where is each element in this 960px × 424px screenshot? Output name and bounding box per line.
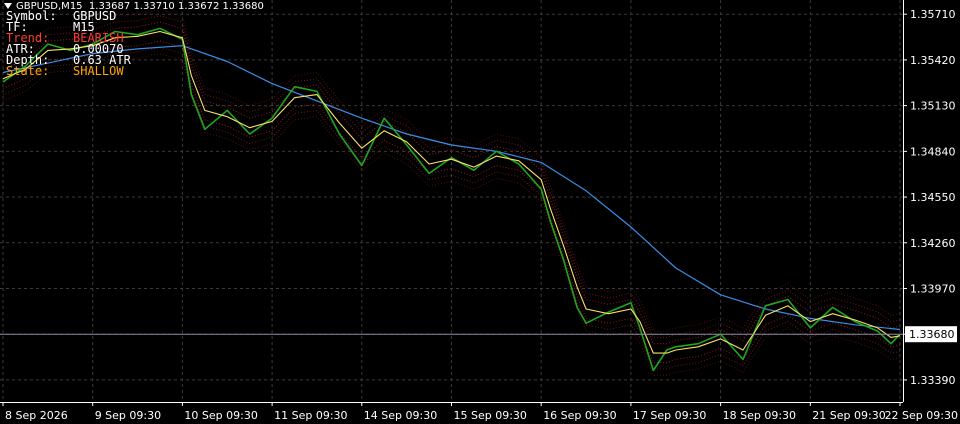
y-tick-label: 1.35420 bbox=[910, 54, 956, 67]
x-tick-label: 11 Sep 09:30 bbox=[274, 409, 347, 422]
price-chart[interactable]: 1.35710 1.35420 1.35130 1.34840 1.34550 1.342… bbox=[0, 0, 960, 424]
x-tick-label: 21 Sep 09:30 bbox=[812, 409, 885, 422]
x-tick-label: 9 Sep 09:30 bbox=[95, 409, 161, 422]
x-tick-label: 10 Sep 09:30 bbox=[184, 409, 257, 422]
y-tick-label: 1.34550 bbox=[910, 191, 956, 204]
x-tick-label: 22 Sep 09:30 bbox=[885, 409, 958, 422]
x-tick-label: 16 Sep 09:30 bbox=[543, 409, 616, 422]
y-tick-label: 1.35130 bbox=[910, 100, 956, 113]
chart-background bbox=[0, 0, 960, 424]
current-price-label: 1.33680 bbox=[909, 328, 955, 341]
x-tick-label: 8 Sep 2026 bbox=[5, 409, 68, 422]
y-tick-label: 1.34840 bbox=[910, 145, 956, 158]
x-tick-label: 15 Sep 09:30 bbox=[454, 409, 527, 422]
info-key: State: bbox=[6, 64, 50, 78]
y-tick-label: 1.35710 bbox=[910, 8, 956, 21]
info-row: State: SHALLOW bbox=[6, 64, 131, 78]
x-tick-label: 17 Sep 09:30 bbox=[633, 409, 706, 422]
y-tick-label: 1.33970 bbox=[910, 282, 956, 295]
info-panel: Symbol: GBPUSD TF: M15 Trend: BEARISH ATR: 0.00… bbox=[6, 10, 131, 78]
info-value: SHALLOW bbox=[73, 64, 124, 78]
x-tick-label: 18 Sep 09:30 bbox=[723, 409, 796, 422]
x-tick-label: 14 Sep 09:30 bbox=[364, 409, 437, 422]
y-tick-label: 1.33390 bbox=[910, 374, 956, 387]
y-axis-ticks: 1.35710 1.35420 1.35130 1.34840 1.34550 1.342… bbox=[903, 8, 957, 387]
y-tick-label: 1.34260 bbox=[910, 237, 956, 250]
